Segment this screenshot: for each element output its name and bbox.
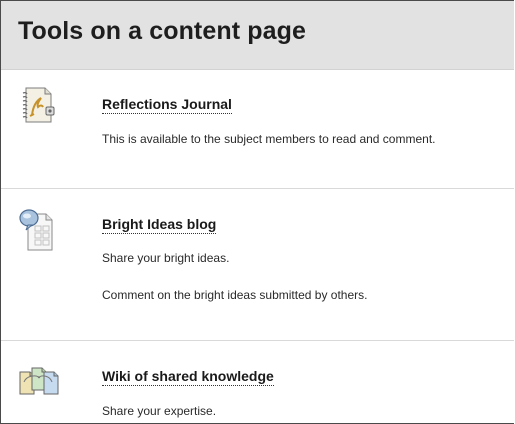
page-title: Tools on a content page [18,17,306,45]
tool-item-bright-ideas-blog: Bright Ideas blog Share your bright idea… [1,189,514,341]
content-page: Tools on a content page Reflections Jour… [0,0,514,424]
page-header: Tools on a content page [1,1,514,70]
tool-description: Share your bright ideas. [102,251,230,265]
tool-description: Share your expertise. [102,404,217,418]
reflections-journal-link[interactable]: Reflections Journal [102,96,232,114]
wiki-link[interactable]: Wiki of shared knowledge [102,368,274,386]
tool-item-reflections-journal: Reflections Journal This is available to… [1,70,514,189]
wiki-icon [18,364,59,404]
journal-icon [18,85,58,125]
tool-description: This is available to the subject members… [102,132,436,146]
tool-item-wiki: Wiki of shared knowledge Share your expe… [1,341,514,423]
bright-ideas-blog-link[interactable]: Bright Ideas blog [102,216,217,234]
tool-description: Comment on the bright ideas submitted by… [102,288,368,302]
blog-icon [18,208,58,251]
